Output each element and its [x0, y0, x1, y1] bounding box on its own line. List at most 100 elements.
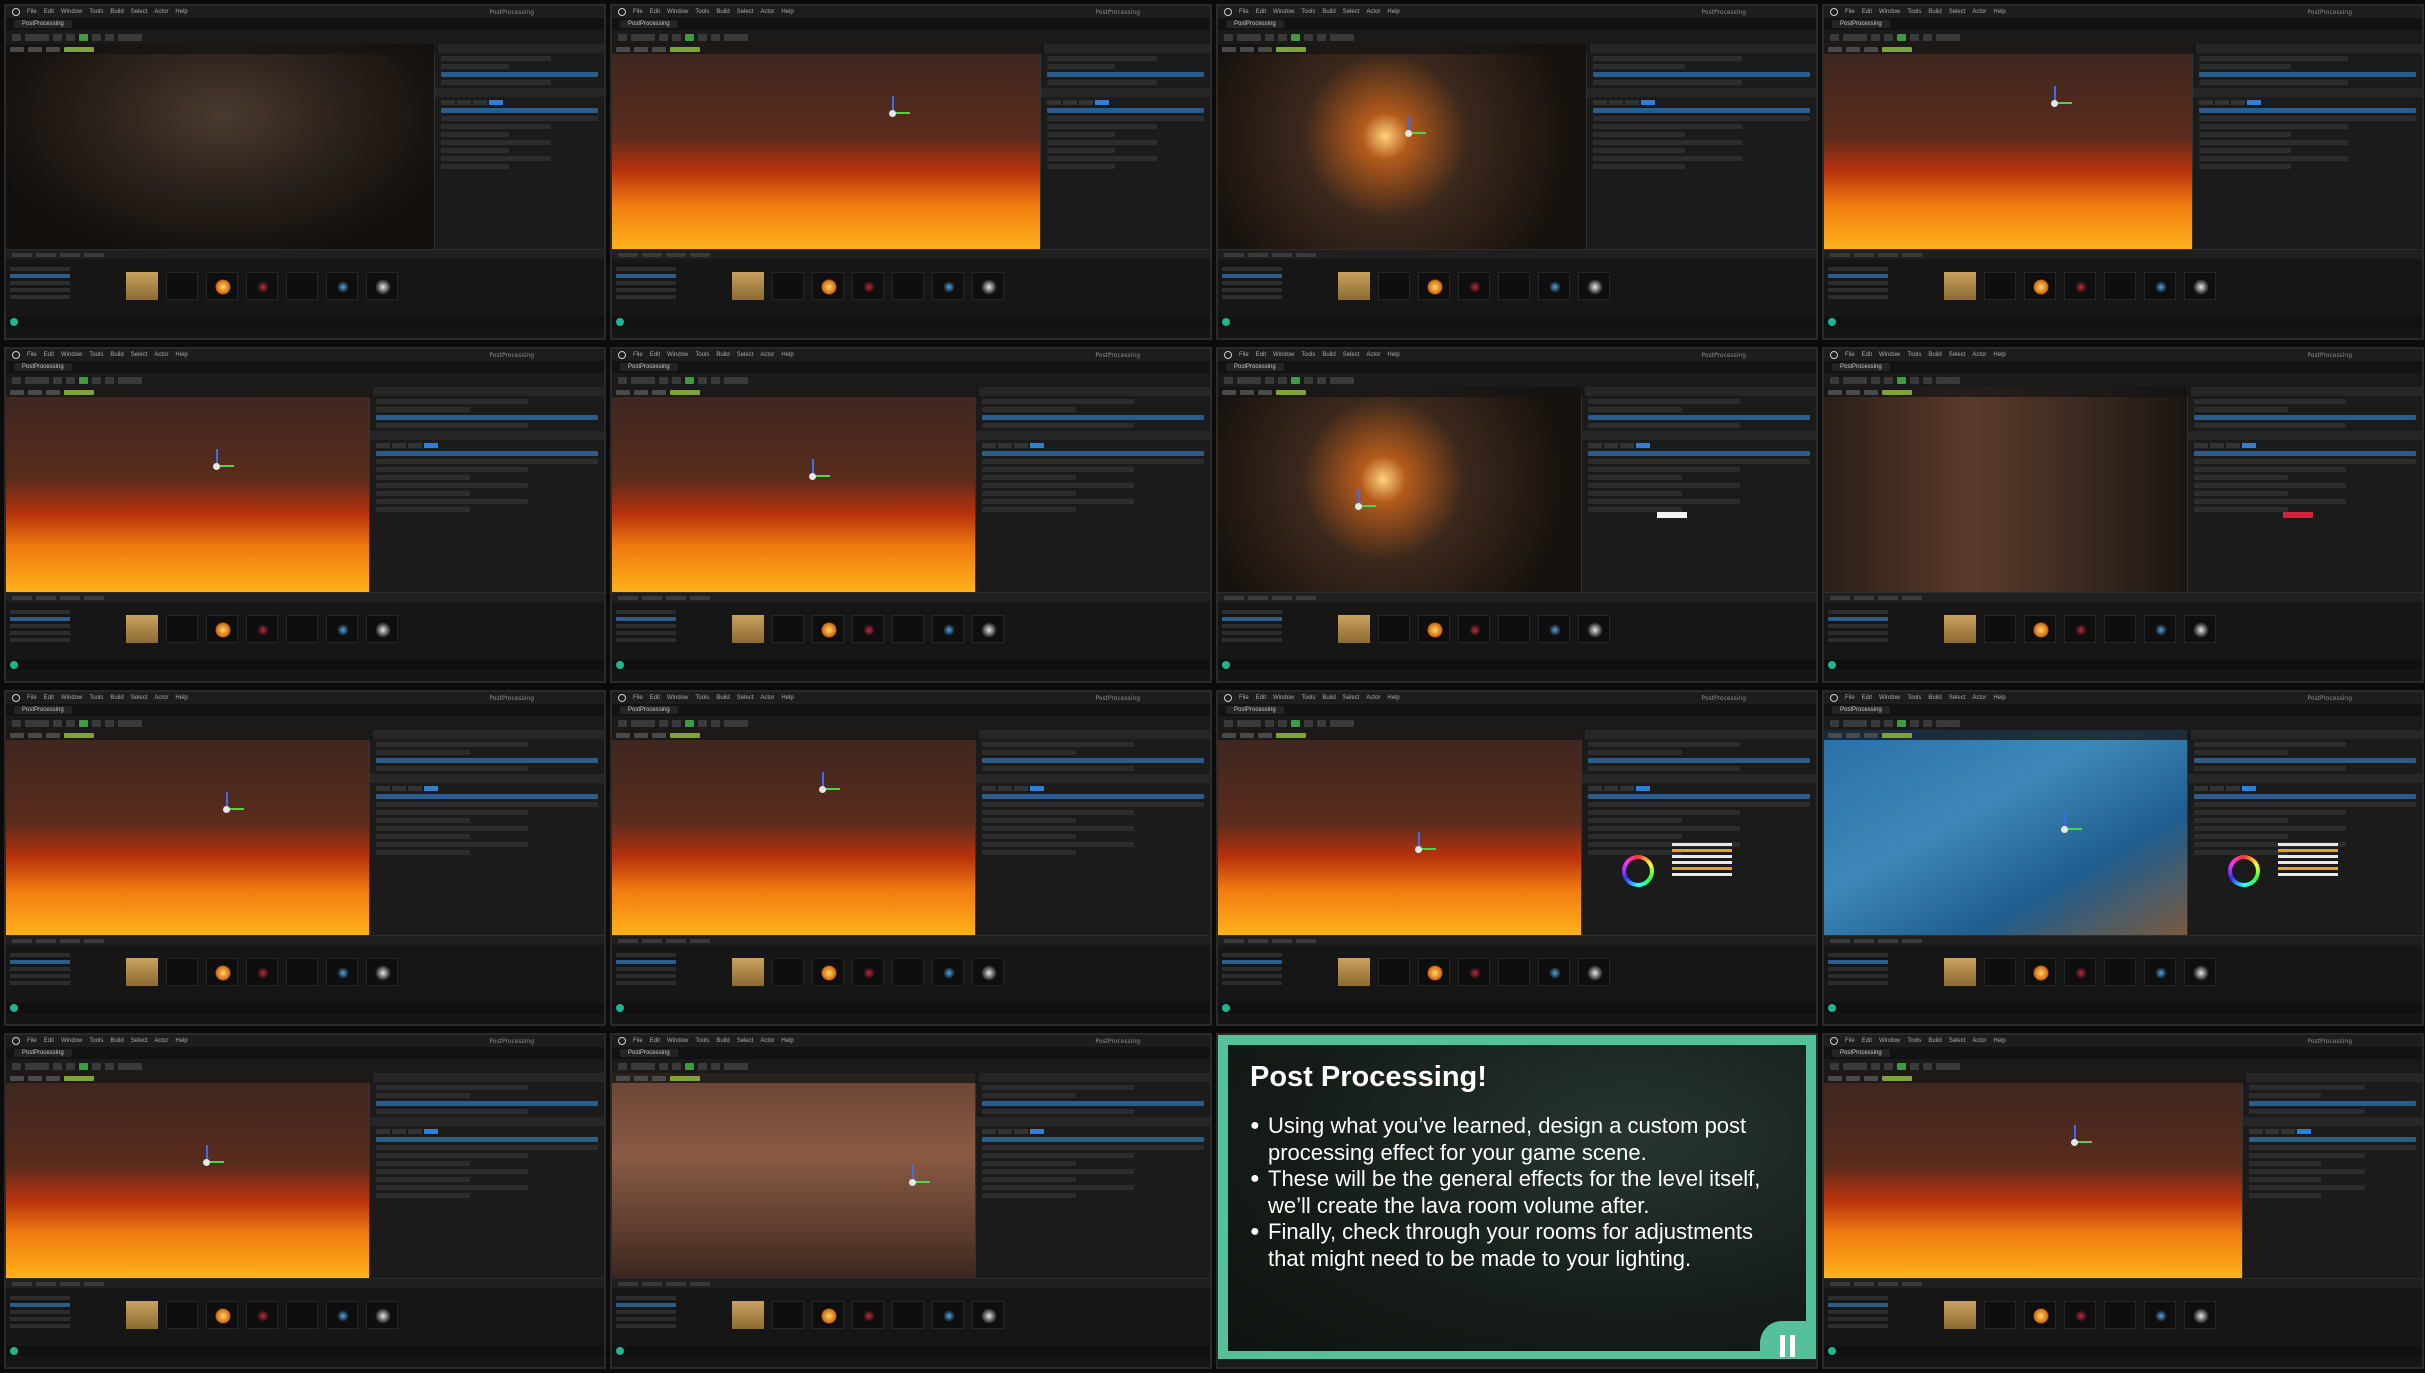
menu-item[interactable]: Window — [667, 1038, 688, 1044]
folder-tree-item[interactable] — [10, 1317, 70, 1321]
details-tab-active[interactable] — [1030, 1129, 1044, 1134]
drawer-tab[interactable] — [60, 252, 80, 257]
asset-thumbnail[interactable] — [1498, 615, 1530, 643]
lit-button[interactable] — [1258, 46, 1272, 52]
viewport-menu-icon[interactable] — [1222, 389, 1236, 395]
menu-item[interactable]: Build — [110, 352, 123, 358]
folder-tree-item[interactable] — [1828, 631, 1888, 635]
perspective-button[interactable] — [28, 46, 42, 52]
level-viewport[interactable] — [1218, 730, 1585, 935]
menu-item[interactable]: Select — [737, 695, 754, 701]
fire-fx-thumbnail[interactable] — [206, 615, 238, 643]
mode-dropdown[interactable] — [631, 33, 655, 41]
drawer-tab[interactable] — [1902, 252, 1922, 257]
drawer-tab[interactable] — [12, 595, 32, 600]
folder-thumbnail[interactable] — [732, 615, 764, 643]
fx-thumbnail[interactable] — [246, 1301, 278, 1329]
outliner-row[interactable] — [2194, 766, 2347, 771]
drawer-tab[interactable] — [1830, 595, 1850, 600]
folder-tree-item[interactable] — [10, 981, 70, 985]
folder-tree-item[interactable] — [10, 967, 70, 971]
level-viewport[interactable] — [1824, 1073, 2246, 1278]
fire-fx-thumbnail[interactable] — [206, 272, 238, 300]
asset-thumbnail[interactable] — [892, 272, 924, 300]
details-tab[interactable] — [998, 1129, 1012, 1134]
lit-button[interactable] — [46, 732, 60, 738]
folder-tree-item[interactable] — [616, 981, 676, 985]
mode-dropdown[interactable] — [631, 719, 655, 727]
project-tab[interactable]: PostProcessing — [14, 363, 72, 371]
pause-icon[interactable] — [92, 33, 101, 41]
outliner-row[interactable] — [441, 80, 551, 85]
drawer-tab[interactable] — [690, 938, 710, 943]
color-grading-sliders[interactable] — [2278, 840, 2338, 879]
folder-tree-item[interactable] — [1828, 967, 1888, 971]
asset-thumbnail[interactable] — [1378, 272, 1410, 300]
outliner-row[interactable] — [376, 750, 470, 755]
details-row-selected[interactable] — [2194, 794, 2416, 799]
menu-item[interactable]: File — [1845, 9, 1855, 15]
menu-item[interactable]: Actor — [154, 1038, 168, 1044]
details-row-selected[interactable] — [982, 451, 1204, 456]
stop-icon[interactable] — [711, 719, 720, 727]
menu-item[interactable]: File — [633, 352, 643, 358]
outliner-row[interactable] — [982, 766, 1135, 771]
fx-thumbnail[interactable] — [2144, 1301, 2176, 1329]
smoke-fx-thumbnail[interactable] — [2184, 615, 2216, 643]
menu-item[interactable]: Select — [131, 352, 148, 358]
menu-item[interactable]: File — [1845, 1038, 1855, 1044]
details-row-selected[interactable] — [2199, 108, 2416, 113]
perspective-button[interactable] — [634, 732, 648, 738]
menu-item[interactable]: Help — [781, 1038, 793, 1044]
menu-item[interactable]: Edit — [650, 9, 660, 15]
drawer-tab[interactable] — [1830, 252, 1850, 257]
outliner-row[interactable] — [1588, 766, 1741, 771]
asset-thumbnail[interactable] — [772, 272, 804, 300]
viewport-menu-icon[interactable] — [10, 389, 24, 395]
menu-item[interactable]: Edit — [650, 352, 660, 358]
details-row-selected[interactable] — [1588, 451, 1810, 456]
fx-thumbnail[interactable] — [2144, 615, 2176, 643]
details-row-selected[interactable] — [441, 108, 598, 113]
details-row[interactable] — [982, 491, 1076, 496]
folder-thumbnail[interactable] — [1944, 1301, 1976, 1329]
menu-item[interactable]: Edit — [650, 695, 660, 701]
asset-thumbnail[interactable] — [166, 958, 198, 986]
menu-item[interactable]: File — [27, 352, 37, 358]
drawer-tab[interactable] — [1854, 252, 1874, 257]
menu-item[interactable]: Build — [716, 9, 729, 15]
folder-thumbnail[interactable] — [126, 958, 158, 986]
details-row[interactable] — [982, 1169, 1135, 1174]
drawer-tab[interactable] — [1296, 252, 1316, 257]
details-tab[interactable] — [2194, 443, 2208, 448]
menu-item[interactable]: Build — [1322, 352, 1335, 358]
details-tab[interactable] — [2281, 1129, 2295, 1134]
perspective-button[interactable] — [28, 732, 42, 738]
asset-thumbnail[interactable] — [1984, 958, 2016, 986]
outliner-row[interactable] — [376, 1085, 529, 1090]
project-tab[interactable]: PostProcessing — [14, 20, 72, 28]
outliner-row[interactable] — [376, 407, 470, 412]
details-row-selected[interactable] — [2249, 1137, 2416, 1142]
play-icon[interactable] — [1897, 1062, 1906, 1070]
details-row[interactable] — [1047, 124, 1157, 129]
outliner-row[interactable] — [376, 742, 529, 747]
menu-item[interactable]: Build — [1928, 1038, 1941, 1044]
folder-tree-item[interactable] — [1828, 974, 1888, 978]
play-icon[interactable] — [1897, 719, 1906, 727]
details-row[interactable] — [441, 148, 509, 153]
lit-button[interactable] — [652, 732, 666, 738]
folder-tree-item[interactable] — [10, 638, 70, 642]
details-row[interactable] — [2249, 1145, 2416, 1150]
drawer-tab[interactable] — [1296, 595, 1316, 600]
viewport-menu-icon[interactable] — [10, 46, 24, 52]
details-tab[interactable] — [998, 443, 1012, 448]
details-tab[interactable] — [1063, 100, 1077, 105]
folder-tree-item-selected[interactable] — [1222, 617, 1282, 621]
smoke-fx-thumbnail[interactable] — [972, 958, 1004, 986]
save-icon[interactable] — [1224, 719, 1233, 727]
menu-item[interactable]: Help — [175, 695, 187, 701]
outliner-row[interactable] — [2194, 750, 2288, 755]
asset-thumbnail[interactable] — [1984, 1301, 2016, 1329]
details-row[interactable] — [982, 483, 1135, 488]
